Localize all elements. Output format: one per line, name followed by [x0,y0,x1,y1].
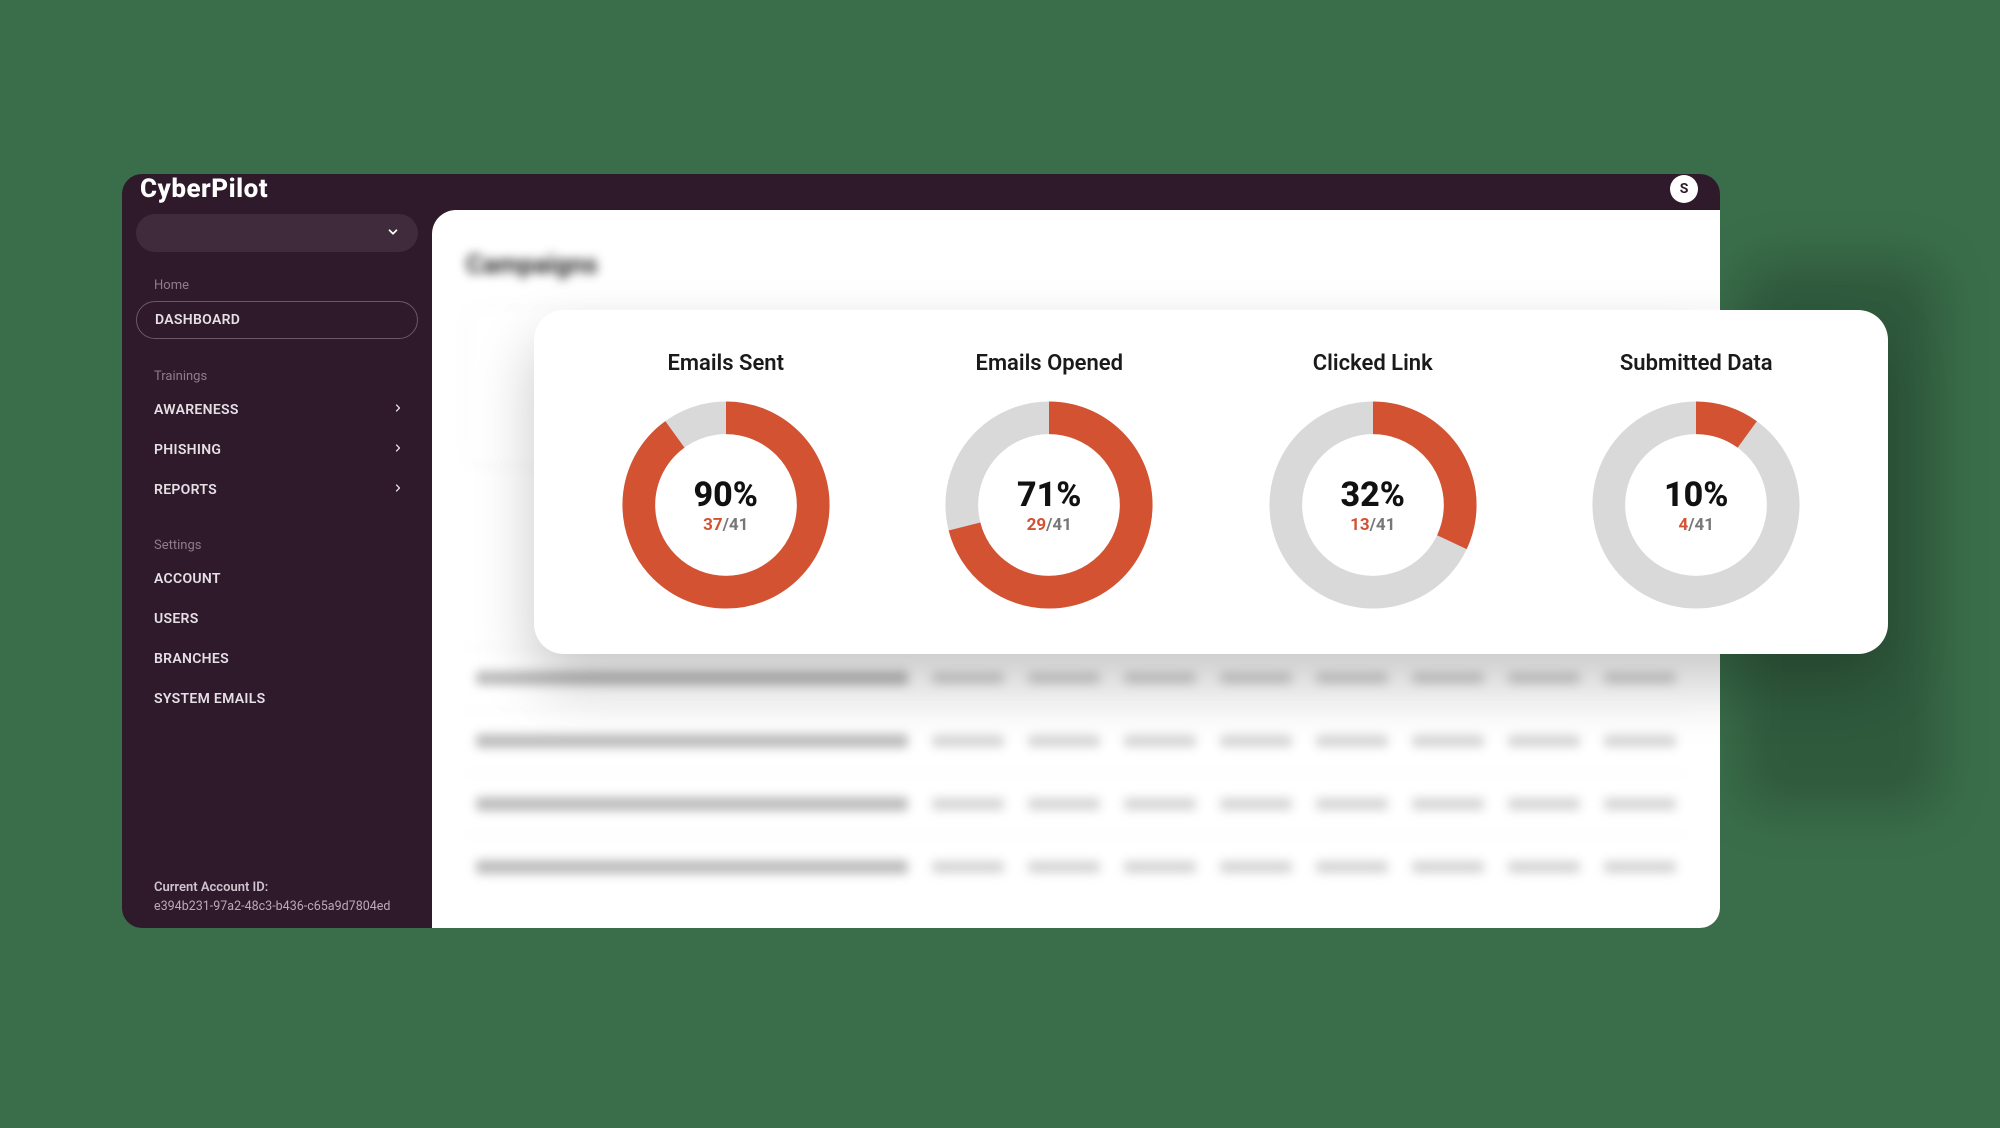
sidebar-section-settings: Settings [136,532,418,559]
titlebar: CyberPilot S [122,174,1720,204]
metric-submitted-data: Submitted Data 10% 4/41 [1535,351,1859,614]
chevron-right-icon [392,442,404,458]
sidebar-item-reports[interactable]: REPORTS [136,472,418,508]
sidebar-item-users[interactable]: USERS [136,601,418,637]
metric-percent: 71% [1017,475,1081,515]
metric-fraction: 29/41 [1027,515,1072,535]
account-id-block: Current Account ID: e394b231-97a2-48c3-b… [136,880,418,920]
sidebar-item-label: USERS [154,611,199,627]
org-selector[interactable] [136,214,418,252]
chevron-right-icon [392,402,404,418]
chevron-down-icon [386,224,400,243]
metric-percent: 90% [694,475,758,515]
metric-title: Emails Opened [976,351,1123,376]
sidebar-item-account[interactable]: ACCOUNT [136,561,418,597]
sidebar-item-phishing[interactable]: PHISHING [136,432,418,468]
donut-chart: 71% 29/41 [940,396,1158,614]
metric-fraction: 4/41 [1678,515,1714,535]
avatar[interactable]: S [1670,175,1698,203]
metric-fraction: 13/41 [1350,515,1395,535]
sidebar-item-awareness[interactable]: AWARENESS [136,392,418,428]
metric-title: Clicked Link [1313,351,1433,376]
sidebar-item-label: ACCOUNT [154,571,221,587]
metrics-card: Emails Sent 90% 37/41 Emails Opened 71% [534,310,1888,654]
sidebar: Home DASHBOARD Trainings AWARENESS PHISH… [122,204,432,928]
metric-emails-sent: Emails Sent 90% 37/41 [564,351,888,614]
donut-chart: 10% 4/41 [1587,396,1805,614]
sidebar-item-label: PHISHING [154,442,221,458]
account-id-label: Current Account ID: [154,880,412,895]
page-title: Campaigns [466,250,1686,280]
sidebar-item-label: SYSTEM EMAILS [154,691,265,707]
account-id-value: e394b231-97a2-48c3-b436-c65a9d7804ed [154,899,412,914]
metric-clicked-link: Clicked Link 32% 13/41 [1211,351,1535,614]
sidebar-item-label: DASHBOARD [155,312,240,328]
metric-title: Emails Sent [668,351,785,376]
metric-percent: 32% [1341,475,1405,515]
metric-title: Submitted Data [1620,351,1773,376]
donut-chart: 32% 13/41 [1264,396,1482,614]
sidebar-item-branches[interactable]: BRANCHES [136,641,418,677]
chevron-right-icon [392,482,404,498]
brand-logo: CyberPilot [140,174,268,204]
sidebar-item-dashboard[interactable]: DASHBOARD [136,301,418,339]
metric-percent: 10% [1664,475,1728,515]
sidebar-item-label: REPORTS [154,482,217,498]
sidebar-item-label: AWARENESS [154,402,239,418]
sidebar-item-label: BRANCHES [154,651,229,667]
sidebar-item-system-emails[interactable]: SYSTEM EMAILS [136,681,418,717]
metric-fraction: 37/41 [703,515,748,535]
sidebar-section-trainings: Trainings [136,363,418,390]
sidebar-section-home: Home [136,272,418,299]
donut-chart: 90% 37/41 [617,396,835,614]
metric-emails-opened: Emails Opened 71% 29/41 [888,351,1212,614]
